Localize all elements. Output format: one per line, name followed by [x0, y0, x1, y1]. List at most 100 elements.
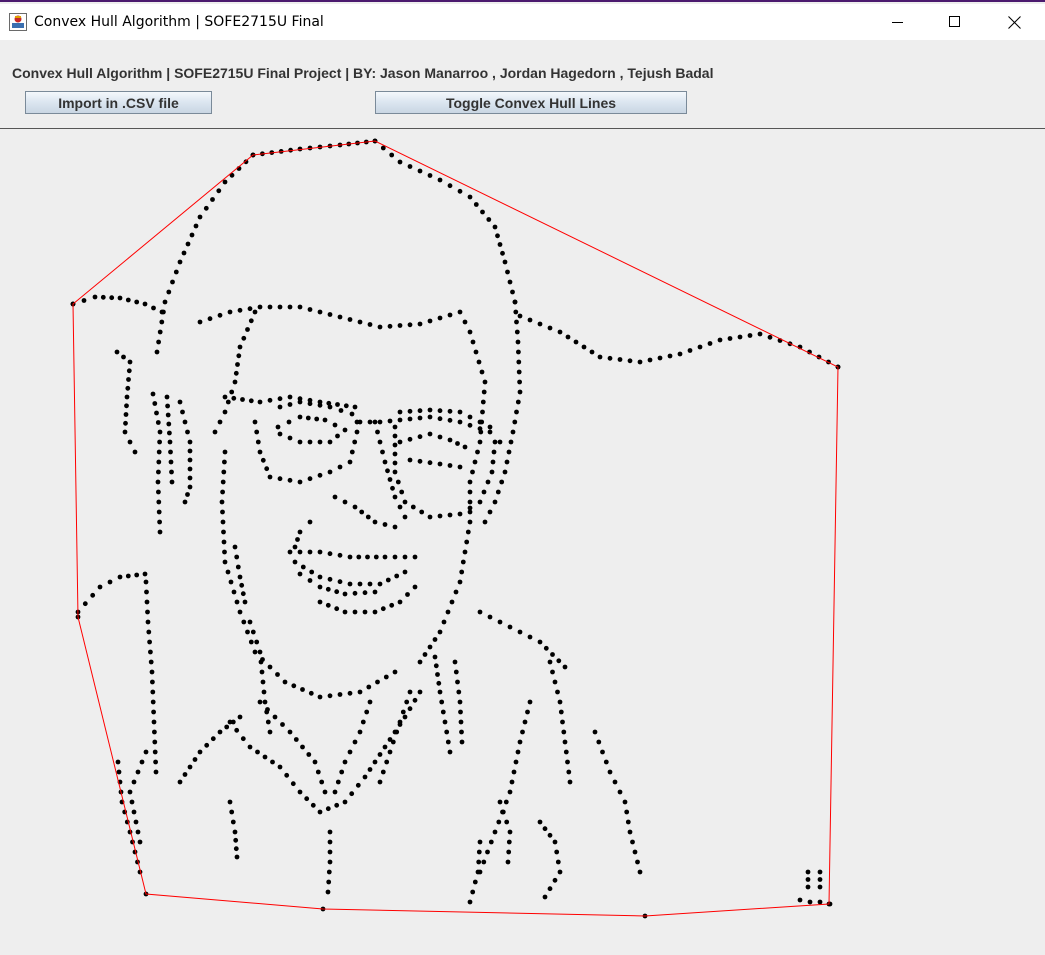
plot-point	[402, 499, 408, 505]
plot-point	[145, 609, 150, 615]
plot-point	[265, 707, 270, 712]
plot-point	[507, 279, 513, 285]
plot-point	[133, 819, 139, 825]
drawing-canvas[interactable]	[0, 129, 1045, 955]
plot-point	[487, 509, 493, 515]
plot-point	[552, 679, 558, 685]
plot-point	[125, 297, 131, 303]
plot-point	[517, 379, 522, 385]
plot-point	[747, 333, 753, 338]
plot-point	[342, 427, 348, 433]
plot-point	[437, 434, 443, 440]
plot-point	[275, 672, 280, 677]
plot-point	[300, 744, 305, 750]
plot-point	[300, 564, 306, 570]
plot-point	[397, 439, 403, 445]
minimize-button[interactable]	[869, 4, 927, 40]
plot-point	[327, 551, 333, 557]
plot-point	[153, 769, 159, 775]
plot-point	[510, 289, 515, 295]
plot-point	[152, 749, 158, 755]
plot-point	[596, 739, 602, 745]
plot-point	[232, 379, 238, 385]
plot-point	[477, 439, 483, 445]
plot-point	[382, 744, 388, 750]
plot-point	[149, 669, 155, 675]
plot-point	[677, 351, 683, 357]
plot-point	[437, 461, 443, 467]
plot-point	[467, 414, 473, 420]
plot-point	[456, 689, 462, 695]
plot-point	[217, 729, 223, 735]
title-bar[interactable]: Convex Hull Algorithm | SOFE2715U Final	[0, 4, 1045, 40]
plot-point	[277, 396, 283, 402]
plot-point	[476, 359, 482, 365]
plot-point	[407, 322, 413, 328]
import-csv-button[interactable]: Import in .CSV file	[25, 91, 212, 114]
plot-point	[487, 614, 493, 620]
plot-point	[137, 839, 143, 845]
plot-point	[124, 403, 129, 409]
toggle-hull-lines-button[interactable]: Toggle Convex Hull Lines	[375, 91, 687, 114]
plot-point	[292, 559, 298, 565]
plot-point	[417, 458, 423, 464]
plot-point	[325, 586, 331, 592]
plot-point	[516, 349, 521, 355]
plot-point	[447, 408, 453, 414]
plot-point	[397, 599, 403, 605]
plot-point	[325, 806, 331, 812]
plot-point	[185, 429, 190, 435]
plot-point	[144, 599, 150, 605]
plot-point	[497, 799, 503, 805]
maximize-button[interactable]	[926, 4, 984, 40]
plot-point	[219, 499, 225, 505]
plot-point	[325, 889, 331, 895]
plot-point	[317, 402, 323, 408]
plot-point	[377, 419, 383, 425]
plot-point	[224, 724, 230, 730]
plot-point	[129, 799, 135, 805]
plot-point	[297, 399, 303, 405]
plot-point	[377, 752, 383, 757]
plot-point	[472, 879, 478, 885]
plot-point	[352, 609, 358, 615]
plot-point	[492, 439, 498, 445]
plot-point	[499, 479, 505, 485]
plot-point	[134, 299, 140, 305]
plot-point	[488, 839, 494, 845]
plot-point	[142, 301, 148, 307]
plot-point	[392, 460, 398, 466]
plot-point	[402, 569, 408, 575]
plot-point	[352, 739, 358, 745]
plot-point	[187, 475, 193, 481]
close-button[interactable]	[985, 4, 1043, 40]
plot-point	[222, 549, 227, 555]
plot-point	[125, 573, 131, 579]
plot-point	[397, 417, 403, 423]
plot-point	[457, 464, 463, 470]
plot-point	[156, 469, 161, 475]
plot-point	[230, 719, 236, 725]
plot-point	[462, 444, 468, 450]
plot-point	[622, 799, 628, 805]
plot-point	[465, 529, 471, 535]
plot-point	[156, 489, 161, 495]
plot-point	[295, 537, 300, 542]
plot-point	[81, 298, 87, 303]
plot-point	[457, 511, 463, 517]
plot-point	[417, 408, 423, 414]
plot-point	[473, 202, 479, 207]
plot-point	[554, 849, 560, 855]
plot-point	[356, 554, 362, 560]
plot-point	[307, 549, 313, 555]
plot-point	[177, 399, 183, 405]
plot-point	[337, 464, 343, 470]
plot-point	[126, 368, 132, 374]
plot-point	[187, 439, 193, 445]
plot-point	[259, 669, 265, 675]
plot-point	[227, 799, 233, 805]
plot-point	[220, 479, 226, 485]
plot-point	[552, 839, 558, 845]
plot-point	[372, 419, 378, 425]
plot-point	[607, 355, 613, 361]
